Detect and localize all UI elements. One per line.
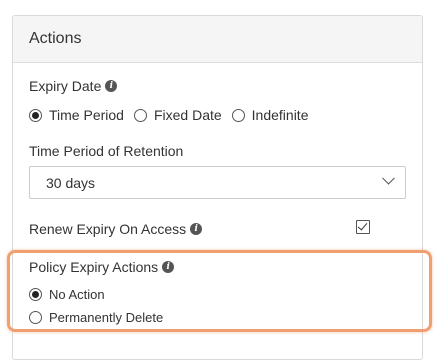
radio-selected-icon[interactable] xyxy=(29,108,42,122)
highlight-box xyxy=(7,250,432,332)
retention-label-row: Time Period of Retention xyxy=(29,143,183,159)
panel-title: Actions xyxy=(29,30,82,47)
retention-label: Time Period of Retention xyxy=(29,143,184,159)
retention-select-value: 30 days xyxy=(46,174,96,191)
expiry-date-label: Expiry Date xyxy=(29,78,102,94)
chevron-down-icon xyxy=(382,171,395,185)
retention-select[interactable]: 30 days xyxy=(29,166,406,199)
expiry-date-label-row: Expiry Date i xyxy=(29,78,118,94)
radio-indefinite-label: Indefinite xyxy=(251,107,309,123)
renew-checkbox[interactable] xyxy=(356,220,370,234)
radio-unselected-icon[interactable] xyxy=(231,108,245,122)
radio-time-period-label: Time Period xyxy=(49,107,124,123)
panel-header: Actions xyxy=(13,16,422,63)
info-icon[interactable]: i xyxy=(105,80,118,92)
checkmark-icon xyxy=(357,220,368,231)
renew-label: Renew Expiry On Access xyxy=(29,221,187,237)
expiry-date-radio-group: Time Period Fixed Date Indefinite xyxy=(29,107,318,123)
renew-label-row: Renew Expiry On Access i xyxy=(29,221,203,237)
radio-fixed-date-label: Fixed Date xyxy=(153,107,222,123)
info-icon[interactable]: i xyxy=(190,223,203,235)
radio-unselected-icon[interactable] xyxy=(133,108,147,122)
radio-fixed-date[interactable]: Fixed Date xyxy=(133,107,222,123)
radio-time-period[interactable]: Time Period xyxy=(29,107,124,123)
radio-indefinite[interactable]: Indefinite xyxy=(231,107,309,123)
